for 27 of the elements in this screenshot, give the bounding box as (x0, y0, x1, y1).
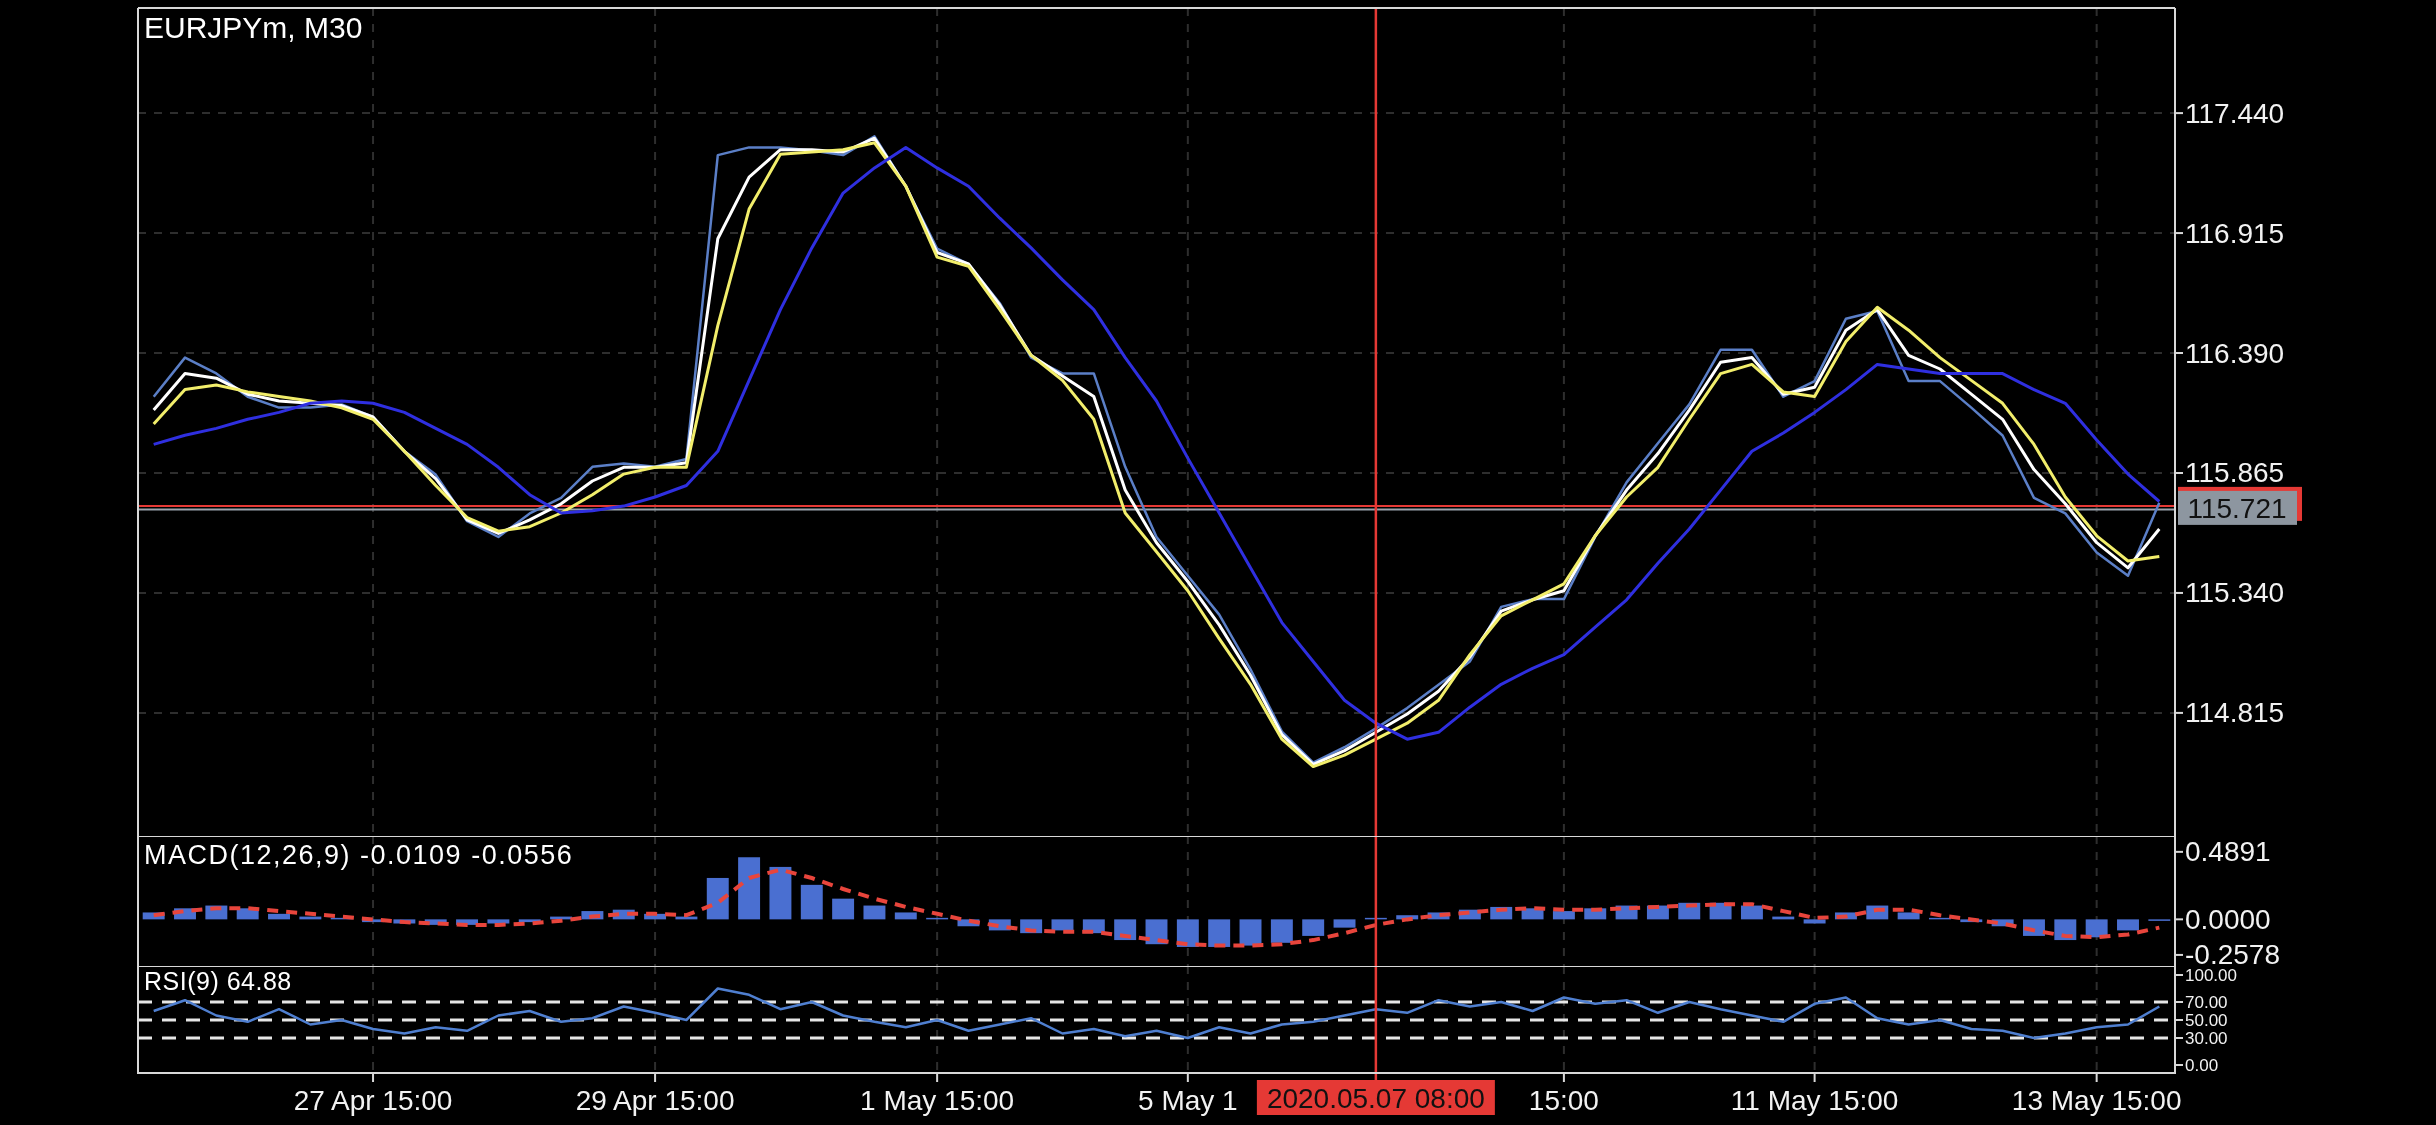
axis-label: 115.865 (2185, 457, 2285, 489)
axis-label: 114.815 (2185, 697, 2285, 729)
axis-label: 1 May 15:00 (860, 1085, 1015, 1116)
axis-label: -0.2578 (2185, 938, 2280, 966)
axis-label: 0.4891 (2185, 836, 2271, 868)
axis-label: 50.00 (2185, 1010, 2228, 1030)
axis-label: 15:00 (1528, 1085, 1599, 1116)
indicator-title: MACD(12,26,9) -0.0109 -0.0556 (144, 840, 574, 870)
time-tag: 2020.05.07 08:00 (1256, 1080, 1495, 1115)
axis-label: 117.440 (2185, 97, 2285, 129)
axis-label: 116.390 (2185, 337, 2285, 369)
indicator-title: RSI(9) 64.88 (144, 967, 292, 995)
axis-label: 30.00 (2185, 1028, 2228, 1048)
axis-label: 0.0000 (2185, 903, 2271, 935)
chart-title: EURJPYm, M30 (144, 11, 363, 44)
axis-label: 13 May 15:00 (2011, 1085, 2182, 1116)
axis-label: 0.00 (2185, 1055, 2219, 1075)
axis-label: 116.915 (2185, 217, 2285, 249)
axis-label: 5 May 1 (1138, 1085, 1238, 1116)
axis-label: 29 Apr 15:00 (575, 1085, 735, 1116)
axis-label: 115.340 (2185, 577, 2285, 609)
axis-label: 70.00 (2185, 992, 2228, 1012)
x-tick-label: 2020.05.07 08:00 (1266, 1082, 1485, 1114)
ref-line-label: 115.721 (2187, 493, 2287, 525)
axis-label: 27 Apr 15:00 (293, 1085, 453, 1116)
axis-label: 11 May 15:00 (1730, 1085, 1899, 1116)
axis-label: 100.00 (2185, 966, 2237, 985)
